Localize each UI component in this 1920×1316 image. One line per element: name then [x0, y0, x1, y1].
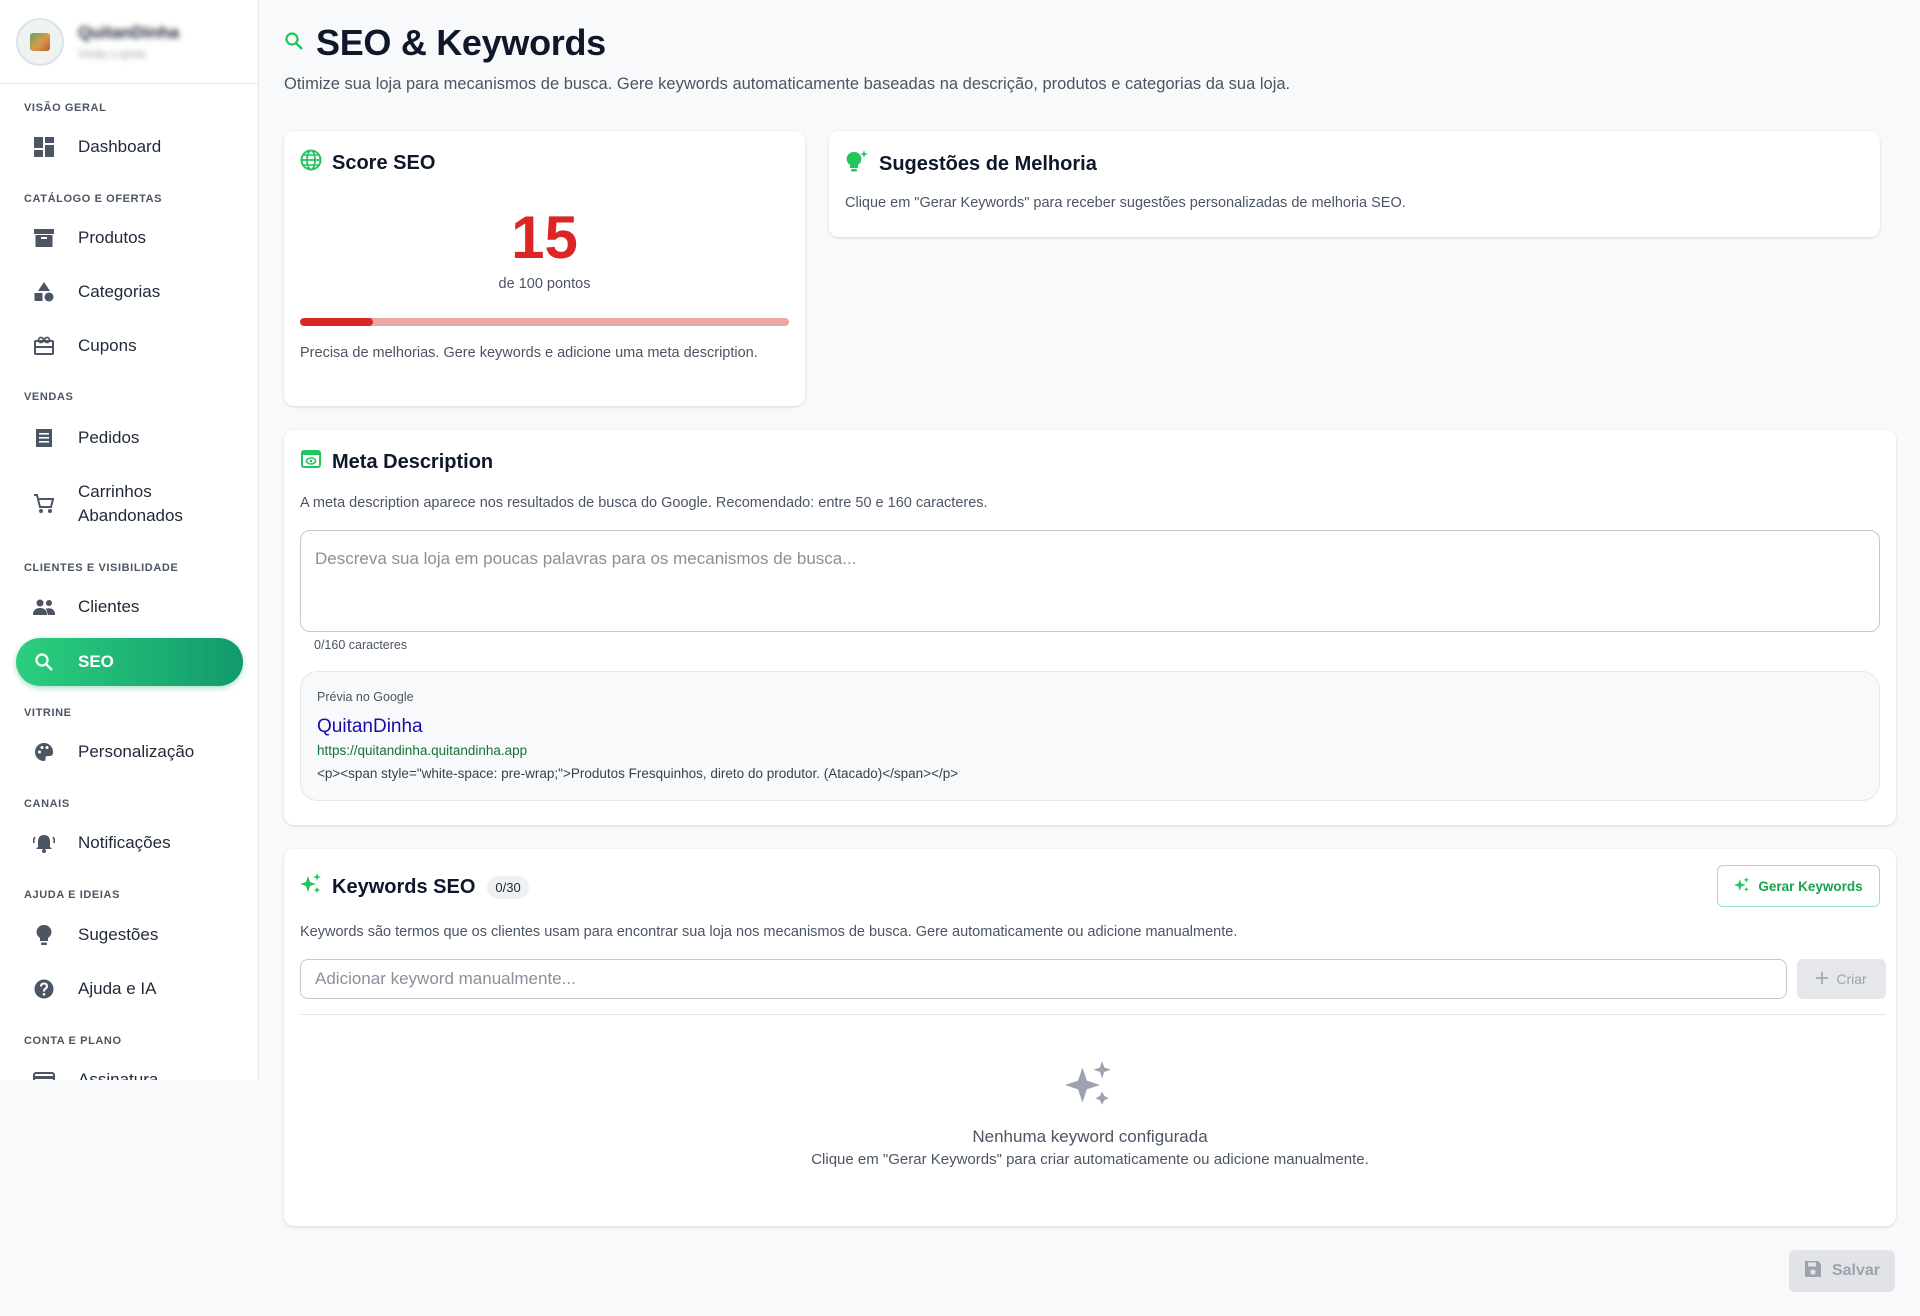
sidebar-item-label: Produtos [78, 228, 147, 247]
sidebar-item-produtos[interactable]: Produtos [16, 214, 243, 262]
sidebar-item-label: SEO [78, 652, 114, 671]
page-title-text: SEO & Keywords [316, 22, 606, 63]
sidebar-item-label: Pedidos [78, 428, 140, 447]
google-preview-label: Prévia no Google [317, 690, 414, 704]
palette-icon [32, 740, 56, 764]
page-subtitle: Otimize sua loja para mecanismos de busc… [284, 75, 1291, 93]
search-icon [32, 650, 56, 674]
lightbulb-icon [32, 923, 56, 947]
web-preview-icon [300, 448, 322, 476]
sidebar-item-seo[interactable]: SEO [16, 638, 243, 686]
sidebar-item-label: Carrinhos Abandonados [78, 482, 183, 525]
bell-icon [32, 831, 56, 855]
store-subtitle: Visão Lojista [78, 46, 146, 61]
sidebar-item-ajuda-ia[interactable]: Ajuda e IA [16, 965, 243, 1013]
sidebar-item-label: Notificações [78, 833, 171, 852]
globe-icon [300, 149, 322, 177]
suggestions-title: Sugestões de Melhoria [845, 149, 1097, 179]
store-avatar [16, 17, 64, 66]
store-header[interactable]: QuitanDinha Visão Lojista [0, 0, 258, 84]
meta-char-count: 0/160 caracteres [314, 638, 408, 652]
page-title: SEO & Keywords [284, 22, 606, 64]
sidebar-item-pedidos[interactable]: Pedidos [16, 414, 243, 462]
sidebar-item-label: Categorias [78, 282, 161, 301]
sidebar-item-label: Sugestões [78, 925, 159, 944]
credit-card-icon [32, 1068, 56, 1080]
sidebar-item-notificacoes[interactable]: Notificações [16, 819, 243, 867]
cart-icon [32, 492, 56, 516]
sidebar-item-personalizacao[interactable]: Personalização [16, 728, 243, 776]
sidebar-item-label: Personalização [78, 742, 195, 761]
sidebar-item-label: Ajuda e IA [78, 979, 157, 998]
google-preview-title: QuitanDinha [317, 716, 423, 737]
meta-description-title: Meta Description [300, 448, 493, 476]
sidebar-item-clientes[interactable]: Clientes [16, 583, 243, 631]
google-preview-url: https://quitandinha.quitandinha.app [317, 743, 528, 758]
empty-keywords-subtitle: Clique em "Gerar Keywords" para criar au… [811, 1151, 1369, 1168]
save-icon [1804, 1260, 1822, 1283]
nav-section-visao-geral: VISÃO GERAL [24, 102, 107, 114]
sidebar-item-dashboard[interactable]: Dashboard [16, 123, 243, 171]
sidebar-item-assinatura[interactable]: Assinatura [16, 1056, 243, 1080]
nav-section-vendas: VENDAS [24, 391, 74, 403]
keywords-card: Keywords SEO 0/30 Gerar Keywords Keyword… [284, 849, 1896, 1226]
store-name: QuitanDinha [78, 22, 180, 42]
meta-description-card: Meta Description A meta description apar… [284, 430, 1896, 825]
sidebar-item-label: Dashboard [78, 137, 162, 156]
sparkles-icon [1734, 876, 1750, 896]
search-icon [284, 31, 304, 56]
google-preview-description: <p><span style="white-space: pre-wrap;">… [317, 766, 959, 781]
save-button[interactable]: Salvar [1789, 1250, 1895, 1292]
nav-section-ajuda: AJUDA E IDEIAS [24, 889, 121, 901]
lightbulb-sparkle-icon [845, 149, 869, 179]
keyword-input[interactable] [300, 959, 1787, 999]
score-value: 15 [511, 204, 578, 271]
score-progress-fill [300, 318, 374, 326]
sidebar-item-categorias[interactable]: Categorias [16, 268, 243, 316]
meta-description-help: A meta description aparece nos resultado… [300, 495, 988, 511]
coupon-icon [32, 334, 56, 358]
sidebar-item-label: Cupons [78, 336, 137, 355]
sparkles-icon [300, 873, 322, 901]
sparkles-icon [1065, 1061, 1113, 1114]
keywords-title: Keywords SEO 0/30 [300, 873, 529, 901]
suggestions-text: Clique em "Gerar Keywords" para receber … [845, 195, 1406, 211]
sidebar-item-cupons[interactable]: Cupons [16, 322, 243, 370]
nav-section-canais: CANAIS [24, 798, 70, 810]
score-seo-title: Score SEO [300, 149, 435, 177]
divider [300, 1014, 1886, 1015]
keywords-help: Keywords são termos que os clientes usam… [300, 924, 1238, 940]
sidebar-item-label: Clientes [78, 597, 140, 616]
help-icon [32, 977, 56, 1001]
score-seo-card: Score SEO 15 de 100 pontos Precisa de me… [284, 131, 805, 406]
score-max-label: de 100 pontos [498, 276, 591, 292]
score-message: Precisa de melhorias. Gere keywords e ad… [300, 345, 758, 361]
generate-keywords-button[interactable]: Gerar Keywords [1717, 865, 1880, 907]
score-progress-bar [300, 318, 789, 326]
google-preview: Prévia no Google QuitanDinha https://qui… [300, 671, 1880, 801]
nav-section-catalogo: CATÁLOGO E OFERTAS [24, 193, 163, 205]
sidebar-item-carrinhos[interactable]: Carrinhos Abandonados [16, 476, 243, 532]
nav-section-clientes: CLIENTES E VISIBILIDADE [24, 562, 179, 574]
nav-section-conta: CONTA E PLANO [24, 1035, 122, 1047]
sidebar-item-sugestoes[interactable]: Sugestões [16, 911, 243, 959]
category-icon [32, 280, 56, 304]
meta-description-input[interactable] [300, 530, 1880, 632]
people-icon [32, 595, 56, 619]
receipt-icon [32, 426, 56, 450]
sidebar-item-label: Assinatura [78, 1070, 159, 1080]
archive-icon [32, 226, 56, 250]
dashboard-icon [32, 135, 56, 159]
keywords-count-badge: 0/30 [487, 875, 529, 899]
empty-keywords-title: Nenhuma keyword configurada [972, 1127, 1208, 1146]
create-keyword-button[interactable]: Criar [1797, 959, 1886, 999]
sidebar: QuitanDinha Visão Lojista VISÃO GERAL Da… [0, 0, 259, 1080]
plus-icon [1816, 971, 1829, 987]
nav-section-vitrine: VITRINE [24, 707, 72, 719]
suggestions-card: Sugestões de Melhoria Clique em "Gerar K… [829, 131, 1880, 237]
